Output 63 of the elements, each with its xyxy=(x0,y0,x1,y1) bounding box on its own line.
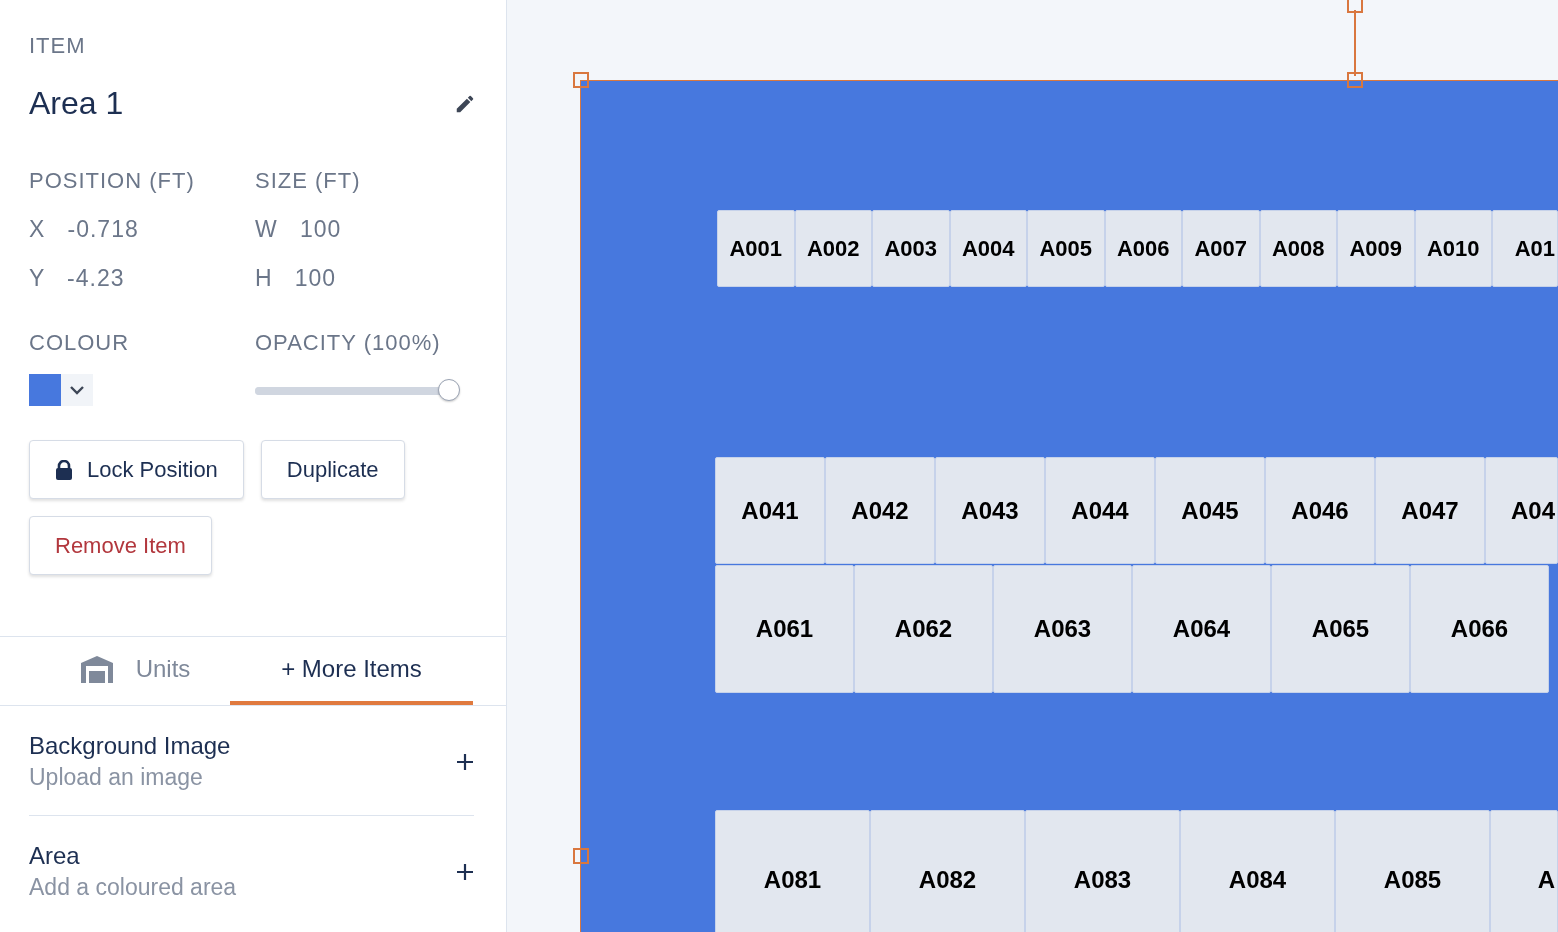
storage-unit[interactable]: A007 xyxy=(1182,210,1260,287)
storage-unit[interactable]: A084 xyxy=(1180,810,1335,932)
storage-unit[interactable]: A045 xyxy=(1155,457,1265,564)
field-value[interactable]: X -0.718 xyxy=(29,216,255,243)
add-item-subtitle: Add a coloured area xyxy=(29,874,237,901)
duplicate-button[interactable]: Duplicate xyxy=(260,440,405,499)
storage-unit[interactable]: A008 xyxy=(1259,210,1337,287)
storage-unit[interactable]: A066 xyxy=(1410,565,1549,693)
storage-unit[interactable]: A002 xyxy=(794,210,872,287)
tab[interactable]: + More Items xyxy=(230,637,473,705)
storage-unit[interactable]: A062 xyxy=(854,565,993,693)
size-label: SIZE (FT) xyxy=(255,168,362,194)
resize-handle[interactable] xyxy=(573,848,589,864)
storage-unit[interactable]: A001 xyxy=(717,210,795,287)
remove-button[interactable]: Remove Item xyxy=(29,516,212,575)
add-item-title: Background Image xyxy=(29,732,231,760)
plus-icon[interactable] xyxy=(456,752,474,771)
storage-unit[interactable]: A005 xyxy=(1027,210,1105,287)
storage-unit[interactable]: A064 xyxy=(1132,565,1271,693)
lock-icon xyxy=(55,459,73,480)
chevron-down-icon[interactable] xyxy=(69,385,85,395)
coloured-area[interactable]: A001 A002 A003 A004 A005 A006 A007 A008 A009 A010 A01 A041 A042 A043 A044 A045 A046 A047 A04 A061 A062 A063 A064 A065 A066 A081 A082 A083 A084 A085 A xyxy=(580,80,1558,932)
colour-label: COLOUR xyxy=(29,330,131,356)
storage-unit[interactable]: A061 xyxy=(715,565,854,693)
resize-handle[interactable] xyxy=(1347,72,1363,88)
section-label: ITEM xyxy=(29,33,87,59)
field-value[interactable]: W 100 xyxy=(255,216,476,243)
garage-icon xyxy=(79,655,114,683)
storage-unit[interactable]: A042 xyxy=(825,457,935,564)
storage-unit[interactable]: A082 xyxy=(870,810,1025,932)
storage-unit[interactable]: A04 xyxy=(1485,457,1558,564)
position-label: POSITION (FT) xyxy=(29,168,196,194)
storage-unit[interactable]: A010 xyxy=(1414,210,1492,287)
storage-unit[interactable]: A01 xyxy=(1492,210,1558,287)
storage-unit[interactable]: A083 xyxy=(1025,810,1180,932)
item-name: Area 1 xyxy=(29,85,124,122)
tab[interactable]: Units xyxy=(40,637,230,705)
resize-handle[interactable] xyxy=(573,72,589,88)
rotate-line xyxy=(1354,10,1356,76)
storage-unit[interactable]: A004 xyxy=(949,210,1027,287)
lock-position-button[interactable]: Lock Position xyxy=(29,440,244,499)
storage-unit[interactable]: A081 xyxy=(715,810,870,932)
storage-unit[interactable]: A003 xyxy=(872,210,950,287)
slider-thumb[interactable] xyxy=(438,379,460,401)
field-value[interactable]: Y -4.23 xyxy=(29,265,255,292)
storage-unit[interactable]: A046 xyxy=(1265,457,1375,564)
storage-unit[interactable]: A085 xyxy=(1335,810,1490,932)
storage-unit[interactable]: A065 xyxy=(1271,565,1410,693)
storage-unit[interactable]: A xyxy=(1490,810,1558,932)
opacity-label: OPACITY (100%) xyxy=(255,330,442,356)
colour-picker[interactable] xyxy=(29,374,93,406)
storage-unit[interactable]: A043 xyxy=(935,457,1045,564)
storage-unit[interactable]: A047 xyxy=(1375,457,1485,564)
rotate-handle[interactable] xyxy=(1347,0,1363,13)
storage-unit[interactable]: A063 xyxy=(993,565,1132,693)
plus-icon[interactable] xyxy=(456,862,474,881)
field-value[interactable]: H 100 xyxy=(255,265,476,292)
storage-unit[interactable]: A041 xyxy=(715,457,825,564)
storage-unit[interactable]: A009 xyxy=(1337,210,1415,287)
storage-unit[interactable]: A044 xyxy=(1045,457,1155,564)
storage-unit[interactable]: A006 xyxy=(1104,210,1182,287)
add-item-title: Area xyxy=(29,842,81,870)
add-item-subtitle: Upload an image xyxy=(29,764,204,791)
